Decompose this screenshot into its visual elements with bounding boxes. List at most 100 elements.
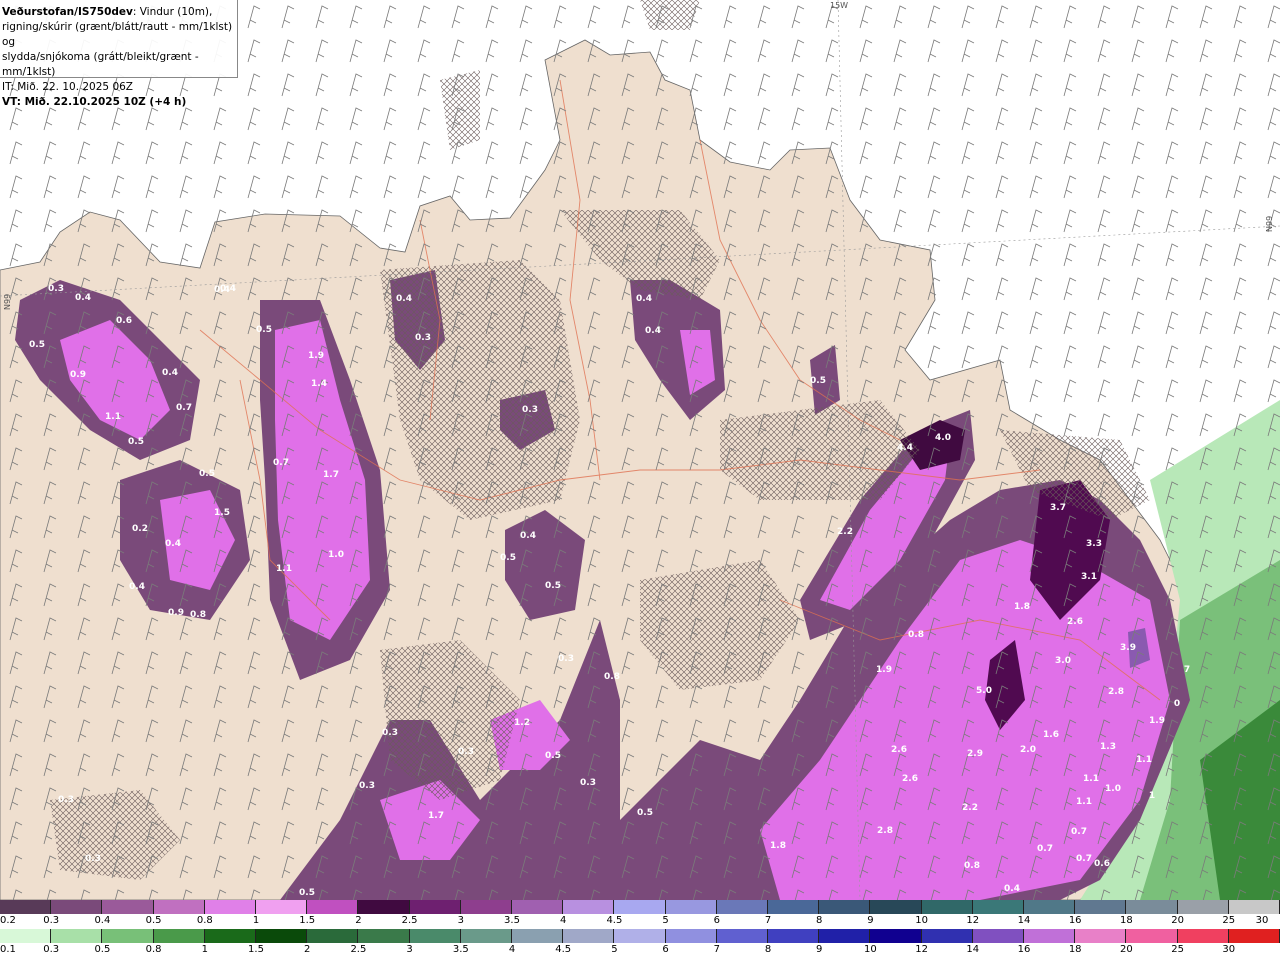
legend-tick: 8 bbox=[764, 944, 772, 955]
forecast-map[interactable]: 15W N99 N99 0.3 0.4 0.6 0.5 0.9 0.4 1.1 0.7 0.5 0… bbox=[0, 0, 1280, 900]
precip-value-label: 0.3 bbox=[558, 654, 574, 664]
legend-tick: 16 bbox=[1017, 944, 1031, 955]
precip-value-label: 1.8 bbox=[1014, 602, 1030, 612]
precip-value-label: 0.5 bbox=[545, 751, 561, 761]
precip-value-label: 0.5 bbox=[256, 325, 272, 335]
precip-value-label: 4.4 bbox=[897, 443, 913, 453]
legend-tick: 12 bbox=[966, 915, 980, 926]
legend-snow-swatches bbox=[0, 900, 1280, 914]
legend-tick: 0.3 bbox=[43, 944, 60, 955]
precip-value-label: 0.2 bbox=[132, 524, 148, 534]
legend-tick: 9 bbox=[867, 915, 874, 926]
legend-swatch bbox=[307, 900, 359, 914]
precip-value-label: 1.6 bbox=[1043, 730, 1059, 740]
precip-value-label: 0.4 bbox=[520, 531, 536, 541]
legend-swatch bbox=[563, 929, 615, 943]
precip-value-label: 1.1 bbox=[1136, 755, 1152, 765]
grid-label: N99 bbox=[1265, 216, 1274, 232]
legend-tick: 2.5 bbox=[401, 915, 418, 926]
legend-swatch bbox=[204, 900, 257, 914]
legend-swatch bbox=[409, 900, 461, 914]
legend-swatch bbox=[665, 929, 717, 943]
legend-tick: 3.5 bbox=[504, 915, 520, 926]
precip-value-label: 0.7 bbox=[1037, 844, 1053, 854]
precip-value-label: 1.5 bbox=[214, 508, 230, 518]
precip-value-label: 0.4 bbox=[220, 284, 236, 294]
legend-tick: 2.5 bbox=[350, 944, 367, 955]
legend-swatch bbox=[716, 900, 769, 914]
legend-swatch bbox=[102, 900, 154, 914]
precip-value-label: 0.7 bbox=[273, 458, 289, 468]
legend-swatch bbox=[153, 929, 205, 943]
precip-value-label: 0.3 bbox=[359, 781, 375, 791]
legend-swatch bbox=[409, 929, 461, 943]
legend-snow: 0.2 0.3 0.4 0.5 0.8 1 1.5 2 2.5 3 3.5 4 4.5 5 6 7 8 9 10 12… bbox=[0, 900, 1280, 929]
header-title: Veðurstofan/IS750dev bbox=[2, 6, 133, 18]
header-line-3: slydda/snjókoma (grátt/bleikt/grænt - mm… bbox=[2, 51, 199, 78]
precip-value-label: 0.4 bbox=[165, 539, 181, 549]
legend-swatch bbox=[972, 900, 1025, 914]
legend-tick: 6 bbox=[713, 915, 720, 926]
precip-value-label: 1.9 bbox=[876, 665, 892, 675]
precip-value-label: 0.5 bbox=[299, 888, 315, 898]
legend-swatch bbox=[1228, 900, 1280, 914]
legend-tick: 25 bbox=[1171, 944, 1184, 955]
precip-value-label: 0.9 bbox=[70, 370, 86, 380]
precip-value-label: 1.7 bbox=[323, 470, 339, 480]
precip-value-label: 0.3 bbox=[58, 795, 74, 805]
precip-value-label: 0.5 bbox=[29, 340, 45, 350]
precip-value-label: 0.8 bbox=[190, 610, 206, 620]
map-header: Veðurstofan/IS750dev: Vindur (10m), rign… bbox=[0, 0, 238, 108]
legend-tick: 20 bbox=[1171, 915, 1184, 926]
legend-tick: 25 bbox=[1222, 915, 1236, 926]
precip-value-label: 1.4 bbox=[311, 379, 327, 389]
legend-swatch bbox=[665, 900, 717, 914]
legend-tick: 5 bbox=[662, 915, 669, 926]
precip-value-label: 2.8 bbox=[877, 826, 893, 836]
legend-swatch bbox=[716, 929, 769, 943]
precip-value-label: 0.5 bbox=[199, 469, 215, 479]
legend-swatch bbox=[460, 900, 513, 914]
legend-swatch bbox=[1126, 900, 1178, 914]
legend-swatch bbox=[614, 900, 666, 914]
precip-value-label: 1.9 bbox=[308, 351, 324, 361]
precip-value-label: 0.4 bbox=[645, 326, 661, 336]
legend-tick: 4 bbox=[560, 915, 567, 926]
precip-value-label: 3.3 bbox=[1086, 539, 1102, 549]
legend-swatch bbox=[0, 900, 52, 914]
precip-value-label: 0.5 bbox=[810, 376, 826, 386]
precip-value-label: 2.0 bbox=[1020, 745, 1036, 755]
precip-value-label: 0.3 bbox=[85, 854, 101, 864]
legend-swatch bbox=[768, 929, 820, 943]
legend-tick: 1.5 bbox=[299, 915, 316, 926]
legend-swatch bbox=[1177, 900, 1229, 914]
legend-tick: 0.5 bbox=[94, 944, 111, 955]
legend-tick: 16 bbox=[1068, 915, 1082, 926]
legend-swatch bbox=[819, 900, 871, 914]
precip-value-label: 1.0 bbox=[328, 550, 344, 560]
precip-value-label: 2.8 bbox=[1108, 687, 1124, 697]
legend-tick: 4.5 bbox=[606, 915, 623, 926]
header-line-1: Veðurstofan/IS750dev: Vindur (10m), bbox=[2, 5, 237, 20]
legend-tick: 1 bbox=[252, 915, 260, 926]
legend-tick: 14 bbox=[1017, 915, 1031, 926]
legend-tick: 14 bbox=[966, 944, 980, 955]
precip-value-label: 0.6 bbox=[116, 316, 132, 326]
legend-swatch bbox=[819, 929, 871, 943]
legend-swatch bbox=[358, 900, 410, 914]
legend-tick: 0.2 bbox=[0, 915, 16, 926]
legend-swatch bbox=[1177, 929, 1229, 943]
legend-tick: 3 bbox=[457, 915, 464, 926]
precip-value-label: 0.6 bbox=[1094, 859, 1110, 869]
precip-value-label: 0.4 bbox=[396, 294, 412, 304]
precip-value-label: 3.7 bbox=[1050, 503, 1066, 513]
precip-value-label: 0.9 bbox=[168, 608, 184, 618]
legend-swatch bbox=[921, 929, 973, 943]
legend-tick: 18 bbox=[1068, 944, 1082, 955]
wind-barbs bbox=[0, 0, 1280, 900]
precip-value-label: 2.6 bbox=[1067, 617, 1083, 627]
legend-swatch bbox=[870, 929, 922, 943]
legend-rain: 0.1 0.3 0.5 0.8 1 1.5 2 2.5 3 3.5 4 4.5 5 6 7 8 9 10 12 14 1… bbox=[0, 929, 1280, 958]
legend-swatch bbox=[102, 929, 154, 943]
legend-tick: 7 bbox=[713, 944, 720, 955]
